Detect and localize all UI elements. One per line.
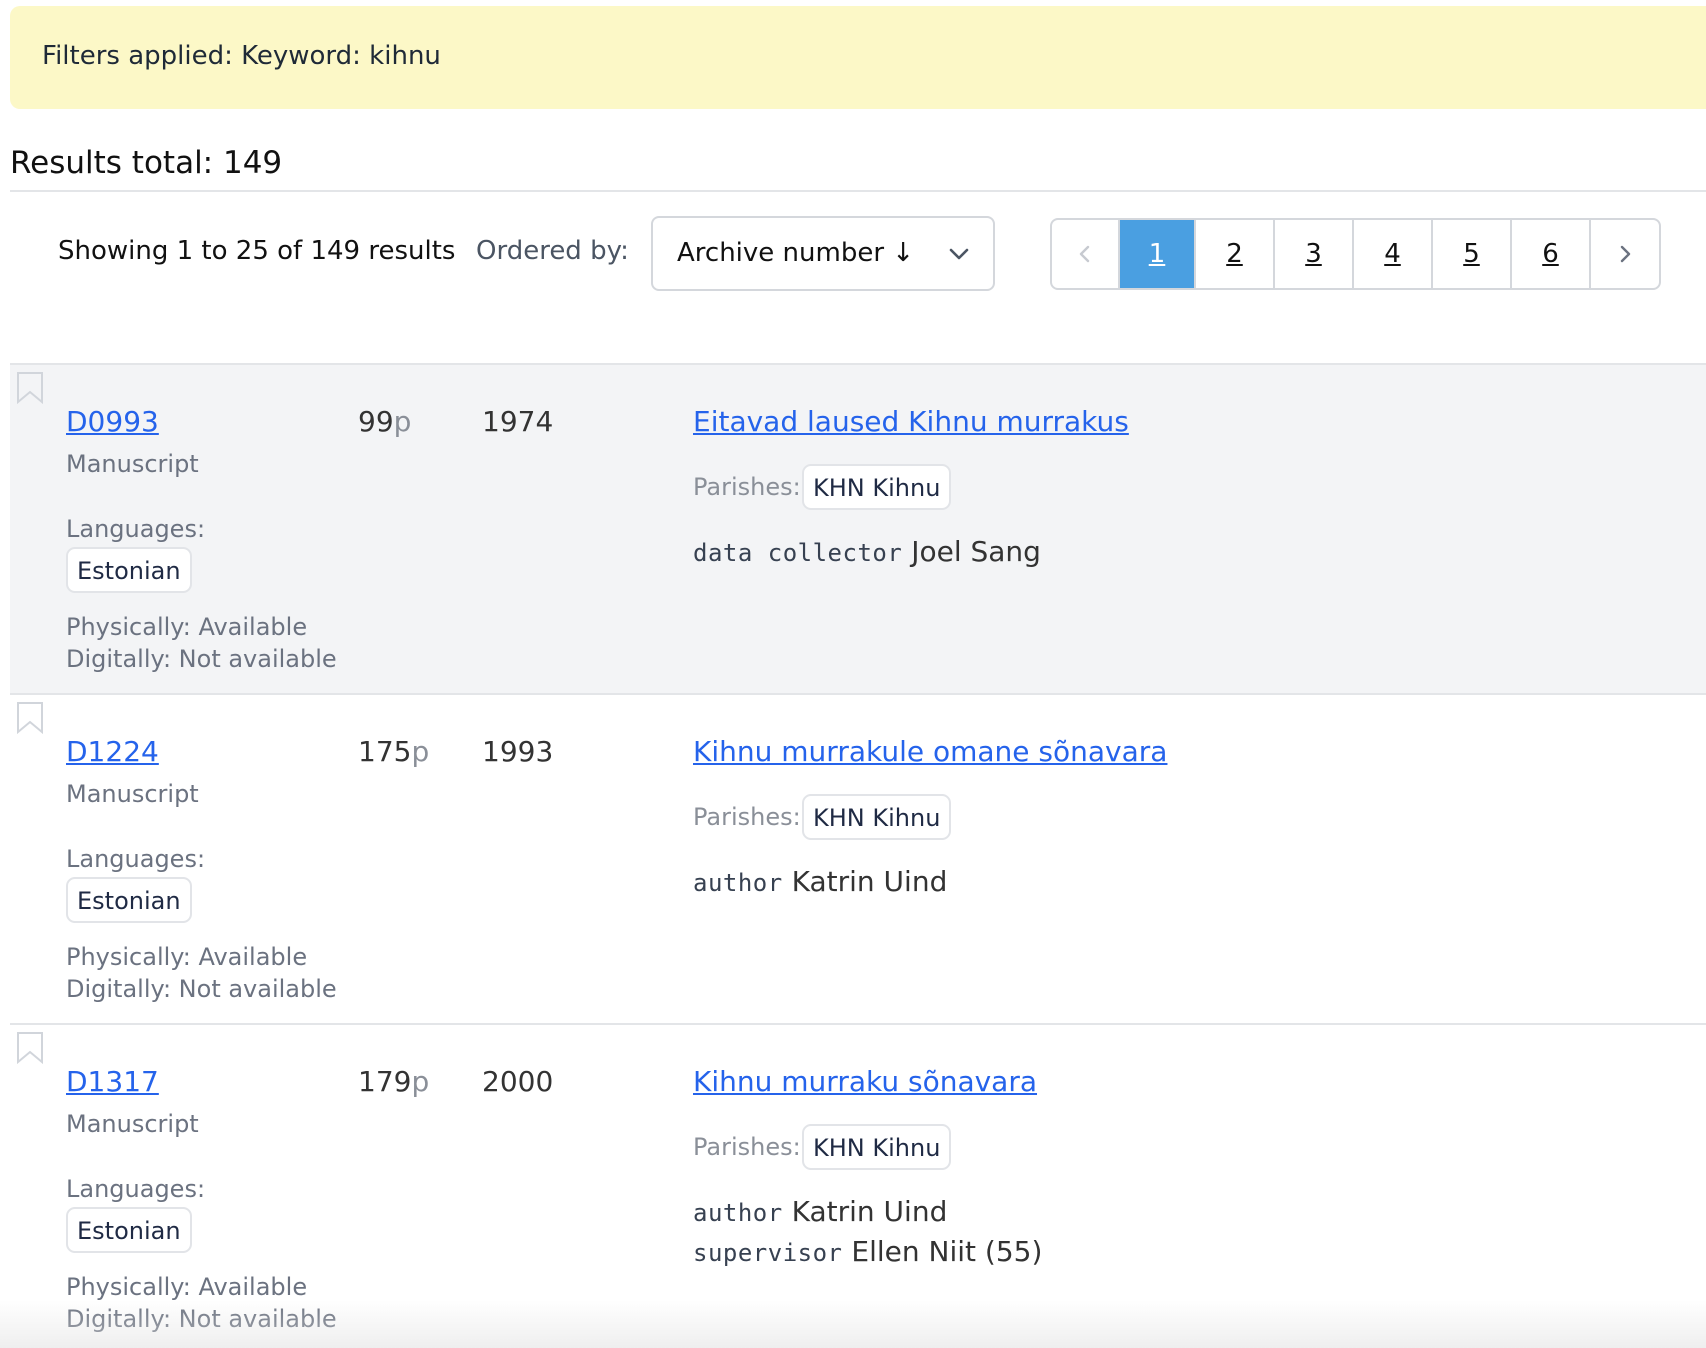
parishes-label: Parishes: bbox=[693, 1133, 801, 1161]
ordered-by-label: Ordered by: bbox=[476, 236, 629, 266]
record-type: Manuscript bbox=[66, 450, 199, 478]
order-by-value: Archive number ↓ bbox=[677, 238, 915, 268]
contributor: data collector Joel Sang bbox=[693, 535, 1041, 568]
title-link[interactable]: Eitavad laused Kihnu murrakus bbox=[693, 405, 1129, 438]
physical-availability: Physically: Available bbox=[66, 943, 308, 971]
prev-page-button[interactable] bbox=[1052, 220, 1120, 288]
record-type: Manuscript bbox=[66, 780, 199, 808]
page-count-unit: p bbox=[393, 405, 412, 438]
result-item: D1224 Manuscript Languages: Estonian Phy… bbox=[10, 695, 1706, 1025]
results-total: Results total: 149 bbox=[10, 145, 283, 181]
page-button-1[interactable]: 1 bbox=[1120, 220, 1196, 288]
result-item: D1317 Manuscript Languages: Estonian Phy… bbox=[10, 1025, 1706, 1348]
page-button-3[interactable]: 3 bbox=[1275, 220, 1354, 288]
page-button-4[interactable]: 4 bbox=[1354, 220, 1433, 288]
contributor: author Katrin Uind bbox=[693, 1195, 947, 1228]
page-count-value: 99 bbox=[358, 405, 394, 438]
contributor-role: author bbox=[693, 869, 783, 897]
parish-tag[interactable]: KHN Kihnu bbox=[802, 464, 952, 510]
chevron-right-icon bbox=[1620, 245, 1631, 263]
pagination: 1 2 3 4 5 6 bbox=[1050, 218, 1661, 290]
record-type: Manuscript bbox=[66, 1110, 199, 1138]
language-tag: Estonian bbox=[66, 547, 192, 593]
physical-availability: Physically: Available bbox=[66, 1273, 308, 1301]
order-by-select[interactable]: Archive number ↓ bbox=[651, 216, 995, 291]
page-button-5[interactable]: 5 bbox=[1433, 220, 1512, 288]
languages-label: Languages: bbox=[66, 1175, 206, 1203]
digital-availability: Digitally: Not available bbox=[66, 1305, 337, 1333]
page-count: 99p bbox=[358, 405, 411, 438]
year: 2000 bbox=[482, 1065, 554, 1098]
title-link[interactable]: Kihnu murraku sõnavara bbox=[693, 1065, 1037, 1098]
contributor: author Katrin Uind bbox=[693, 865, 947, 898]
contributor-name: Joel Sang bbox=[911, 535, 1041, 568]
year: 1993 bbox=[482, 735, 554, 768]
contributor-name: Katrin Uind bbox=[791, 1195, 948, 1228]
filters-applied-banner: Filters applied: Keyword: kihnu bbox=[10, 6, 1706, 109]
language-tag: Estonian bbox=[66, 1207, 192, 1253]
bookmark-icon[interactable] bbox=[16, 701, 44, 735]
page-count-value: 175 bbox=[358, 735, 412, 768]
language-tag: Estonian bbox=[66, 877, 192, 923]
page-count-value: 179 bbox=[358, 1065, 412, 1098]
page-count-unit: p bbox=[411, 735, 430, 768]
archive-number-link[interactable]: D0993 bbox=[66, 405, 159, 438]
contributor-name: Katrin Uind bbox=[791, 865, 948, 898]
result-item: D0993 Manuscript Languages: Estonian Phy… bbox=[10, 365, 1706, 695]
languages-label: Languages: bbox=[66, 515, 206, 543]
contributor-name: Ellen Niit (55) bbox=[851, 1235, 1043, 1268]
page-count: 175p bbox=[358, 735, 429, 768]
parishes-label: Parishes: bbox=[693, 803, 801, 831]
page-button-6[interactable]: 6 bbox=[1512, 220, 1591, 288]
chevron-left-icon bbox=[1079, 245, 1090, 263]
divider bbox=[10, 190, 1706, 192]
archive-number-link[interactable]: D1224 bbox=[66, 735, 159, 768]
search-results-page: Filters applied: Keyword: kihnu Results … bbox=[0, 0, 1706, 1348]
contributor: supervisor Ellen Niit (55) bbox=[693, 1235, 1042, 1268]
bookmark-icon[interactable] bbox=[16, 1031, 44, 1065]
showing-range: Showing 1 to 25 of 149 results bbox=[58, 236, 456, 266]
physical-availability: Physically: Available bbox=[66, 613, 308, 641]
page-count: 179p bbox=[358, 1065, 429, 1098]
filters-applied-text: Filters applied: Keyword: kihnu bbox=[42, 41, 441, 71]
bookmark-icon[interactable] bbox=[16, 371, 44, 405]
parishes-label: Parishes: bbox=[693, 473, 801, 501]
digital-availability: Digitally: Not available bbox=[66, 975, 337, 1003]
languages-label: Languages: bbox=[66, 845, 206, 873]
contributor-role: supervisor bbox=[693, 1239, 843, 1267]
next-page-button[interactable] bbox=[1591, 220, 1659, 288]
parish-tag[interactable]: KHN Kihnu bbox=[802, 1124, 952, 1170]
digital-availability: Digitally: Not available bbox=[66, 645, 337, 673]
chevron-down-icon bbox=[949, 248, 969, 260]
page-button-2[interactable]: 2 bbox=[1196, 220, 1275, 288]
page-count-unit: p bbox=[411, 1065, 430, 1098]
contributor-role: data collector bbox=[693, 539, 903, 567]
title-link[interactable]: Kihnu murrakule omane sõnavara bbox=[693, 735, 1167, 768]
archive-number-link[interactable]: D1317 bbox=[66, 1065, 159, 1098]
year: 1974 bbox=[482, 405, 554, 438]
parish-tag[interactable]: KHN Kihnu bbox=[802, 794, 952, 840]
contributor-role: author bbox=[693, 1199, 783, 1227]
